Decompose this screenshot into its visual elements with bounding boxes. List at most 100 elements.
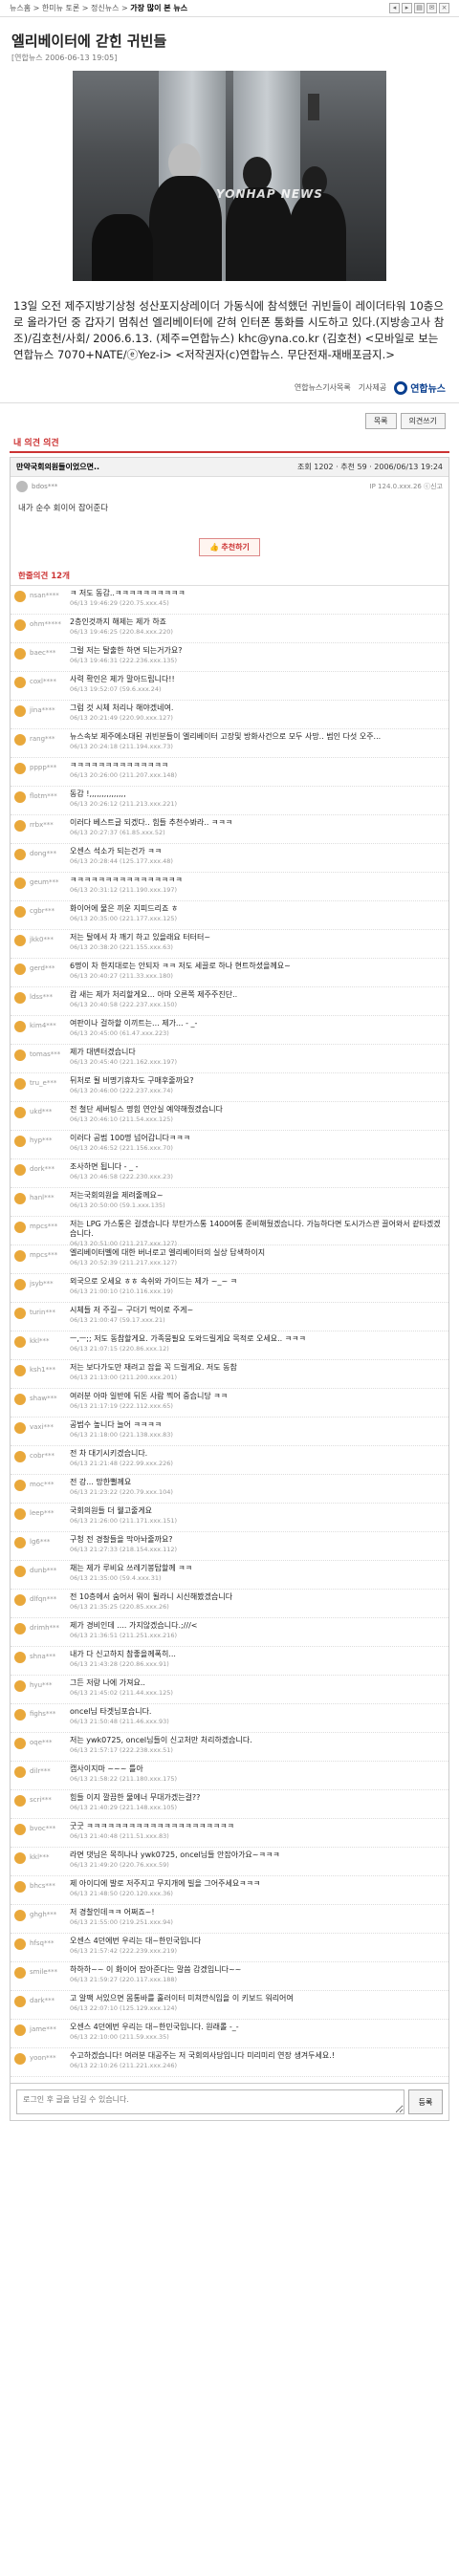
reply-item: dark*** 고 알팩 서있으면 몸통바를 훌러이터 미쳐깐식임을 이 키보드 … [11, 1991, 448, 2020]
reply-text: 여판이나 걸하할 이끼트는... 제가... - _- [70, 1019, 198, 1028]
mail-icon[interactable]: ✉ [426, 3, 437, 13]
reply-body: 전 차 대기시키겠습니다. 06/13 21:21:48 (222.99.xxx.… [70, 1449, 445, 1468]
post-title[interactable]: 만약국회의원들이었으면.. [16, 462, 99, 472]
reply-user[interactable]: ksh1*** [26, 1363, 70, 1374]
reply-user[interactable]: yoon*** [26, 2051, 70, 2062]
reply-user[interactable]: kim4*** [26, 1019, 70, 1029]
reply-user[interactable]: rrbx*** [26, 818, 70, 829]
reply-user[interactable]: dong*** [26, 847, 70, 857]
reply-user[interactable]: mpcs*** [26, 1248, 70, 1259]
post-author[interactable]: bdos*** [16, 481, 57, 492]
reply-item: lg6*** 구청 전 경찰들을 막아놔줄까요? 06/13 21:27:33 (2… [11, 1532, 448, 1561]
reply-user[interactable]: cobr*** [26, 1449, 70, 1460]
reply-user[interactable]: hfsq*** [26, 1937, 70, 1947]
reply-user[interactable]: hanl*** [26, 1191, 70, 1201]
reply-user[interactable]: jame*** [26, 2023, 70, 2033]
reply-avatar-icon [14, 1996, 26, 2007]
reply-time: 06/13 21:23:22 (220.79.xxx.104) [70, 1488, 173, 1496]
reply-user[interactable]: ldss*** [26, 990, 70, 1001]
write-opinion-button[interactable]: 의견쓰기 [400, 413, 446, 429]
reply-user[interactable]: bhcs*** [26, 1879, 70, 1890]
prev-icon[interactable]: ◂ [389, 3, 400, 13]
reply-user[interactable]: ohm***** [26, 617, 70, 628]
reply-user[interactable]: coxl**** [26, 675, 70, 685]
reply-body: 저는 보다가도만 재려고 잡을 꼭 드릴게요. 저도 동참 06/13 21:13… [70, 1363, 445, 1382]
reply-user[interactable]: hyu*** [26, 1678, 70, 1689]
reply-user[interactable]: smile*** [26, 1965, 70, 1976]
reply-user[interactable]: vaxi*** [26, 1420, 70, 1431]
reply-item: kkl*** ㅡ,ㅡ;; 저도 동참할게요. 가족뭉필요 도와드릴게요 목적로 오… [11, 1331, 448, 1360]
reply-time: 06/13 21:57:42 (222.239.xxx.219) [70, 1947, 178, 1955]
reply-user[interactable]: dlfqn*** [26, 1592, 70, 1603]
reply-user[interactable]: shaw*** [26, 1392, 70, 1402]
breadcrumb-path[interactable]: 뉴스홈 > 한미뉴 토론 > 정신뉴스 > [10, 4, 130, 12]
reply-text: 화이어에 물은 끼운 지피드리죠 ㅎ [70, 904, 179, 913]
reply-time: 06/13 22:07:10 (125.129.xxx.124) [70, 2004, 178, 2012]
reply-user[interactable]: ghgh*** [26, 1908, 70, 1918]
reply-avatar-icon [14, 705, 26, 717]
reply-user[interactable]: kkl*** [26, 1334, 70, 1345]
reply-user[interactable]: tru_e*** [26, 1076, 70, 1087]
reply-user[interactable]: shna*** [26, 1650, 70, 1660]
reply-text: 내가 다 신고하지 참좋을께폭히... [70, 1650, 176, 1658]
recommend-button[interactable]: 👍 추천하기 [199, 538, 260, 556]
reply-text: 캄 새는 제가 처리할게요... 아마 오른쪽 제주주진단.. [70, 990, 238, 999]
reply-user[interactable]: pppp*** [26, 761, 70, 771]
reply-text: 뉴스속보 제주에소대된 귀빈분들이 엘리베이터 고장및 방화사건으로 모두 사망… [70, 732, 382, 741]
article-date: [연합뉴스 2006-06-13 19:05] [11, 54, 118, 62]
reply-user[interactable]: jina**** [26, 704, 70, 714]
print-icon[interactable]: ▤ [414, 3, 425, 13]
breadcrumb[interactable]: 뉴스홈 > 한미뉴 토론 > 정신뉴스 > 가장 많이 본 뉴스 [10, 3, 187, 13]
reply-user[interactable]: dork*** [26, 1162, 70, 1173]
reply-user[interactable]: hyp*** [26, 1134, 70, 1144]
reply-time: 06/13 20:26:00 (211.207.xxx.148) [70, 771, 178, 779]
reply-body: 제 아이디에 발로 저주지고 무지개에 빌을 그어주세요ㅋㅋㅋ 06/13 21:… [70, 1879, 445, 1898]
reply-user[interactable]: tomas*** [26, 1048, 70, 1058]
close-icon[interactable]: × [439, 3, 449, 13]
reply-user[interactable]: geum*** [26, 876, 70, 886]
reply-item: moc*** 전 강... 망한뻘께요 06/13 21:23:22 (220.79… [11, 1475, 448, 1504]
reply-user[interactable]: nsan**** [26, 589, 70, 599]
reply-user[interactable]: drimh*** [26, 1621, 70, 1632]
reply-user[interactable]: cgbr*** [26, 904, 70, 915]
comment-submit-button[interactable]: 등록 [408, 2089, 443, 2114]
yonhap-logo[interactable]: 연합뉴스 [394, 380, 446, 395]
yonhap-logo-text: 연합뉴스 [410, 384, 446, 395]
reply-user[interactable]: bvoc*** [26, 1822, 70, 1832]
reply-user[interactable]: flotm*** [26, 790, 70, 800]
reply-user[interactable]: kkl*** [26, 1851, 70, 1861]
reply-text: 이러다 베스트글 되겠다.. 힘들 추천수봐라.. ㅋㅋㅋ [70, 818, 233, 827]
reply-avatar-icon [14, 677, 26, 688]
reply-user[interactable]: baec*** [26, 646, 70, 657]
reply-user[interactable]: rang*** [26, 732, 70, 743]
reply-text: ㅋㅋㅋㅋㅋㅋㅋㅋㅋㅋㅋㅋㅋㅋ [70, 761, 169, 769]
reply-user[interactable]: gerd*** [26, 962, 70, 972]
reply-item: jkk0*** 저는 탈에서 차 깨기 하고 있을래요 터터터~ 06/13 20:… [11, 930, 448, 959]
reply-body: 엘리베이터벨에 대한 버너로고 엘리베이터의 실상 답색하이지 06/13 20:… [70, 1248, 445, 1267]
reply-body: 채는 제가 루비요 쓰레기봉탑할께 ㅋㅋ 06/13 21:35:00 (59.4… [70, 1564, 445, 1583]
reply-avatar-icon [14, 1451, 26, 1462]
reply-user[interactable]: lg6*** [26, 1535, 70, 1546]
reply-user[interactable]: fighs*** [26, 1707, 70, 1718]
reply-item: turin*** 시체들 저 주길~ 구더기 먹이로 주게~ 06/13 21:00… [11, 1303, 448, 1331]
reply-user[interactable]: dark*** [26, 1994, 70, 2004]
reply-user[interactable]: leep*** [26, 1506, 70, 1517]
reply-user[interactable]: dunb*** [26, 1564, 70, 1574]
reply-user[interactable]: jkk0*** [26, 933, 70, 943]
reply-user[interactable]: turin*** [26, 1306, 70, 1316]
reply-body: 저는 LPG 가스통은 걸겠습니다 부탄가스통 1400여통 준비해뒀겠습니다.… [70, 1220, 445, 1248]
post-meta-right[interactable]: IP 124.0.xxx.26 ⓒ신고 [370, 482, 443, 491]
reply-user[interactable]: dilr*** [26, 1764, 70, 1775]
reply-user[interactable]: oqe*** [26, 1736, 70, 1746]
reply-user[interactable]: scri*** [26, 1793, 70, 1804]
news-list-link[interactable]: 연합뉴스기사목록 [295, 382, 351, 393]
reply-user[interactable]: mpcs*** [26, 1220, 70, 1230]
next-icon[interactable]: ▸ [402, 3, 412, 13]
list-button[interactable]: 목록 [364, 413, 397, 429]
reply-user[interactable]: moc*** [26, 1478, 70, 1488]
comment-input[interactable] [16, 2089, 404, 2114]
reply-time: 06/13 21:58:22 (211.180.xxx.175) [70, 1775, 178, 1783]
reply-user[interactable]: jsyb*** [26, 1277, 70, 1288]
reply-item: jsyb*** 외국으로 오세요 ㅎㅎ 속쉬와 가이드는 제가 ~_~ ㅋ 06/1… [11, 1274, 448, 1303]
reply-user[interactable]: ukd*** [26, 1105, 70, 1115]
